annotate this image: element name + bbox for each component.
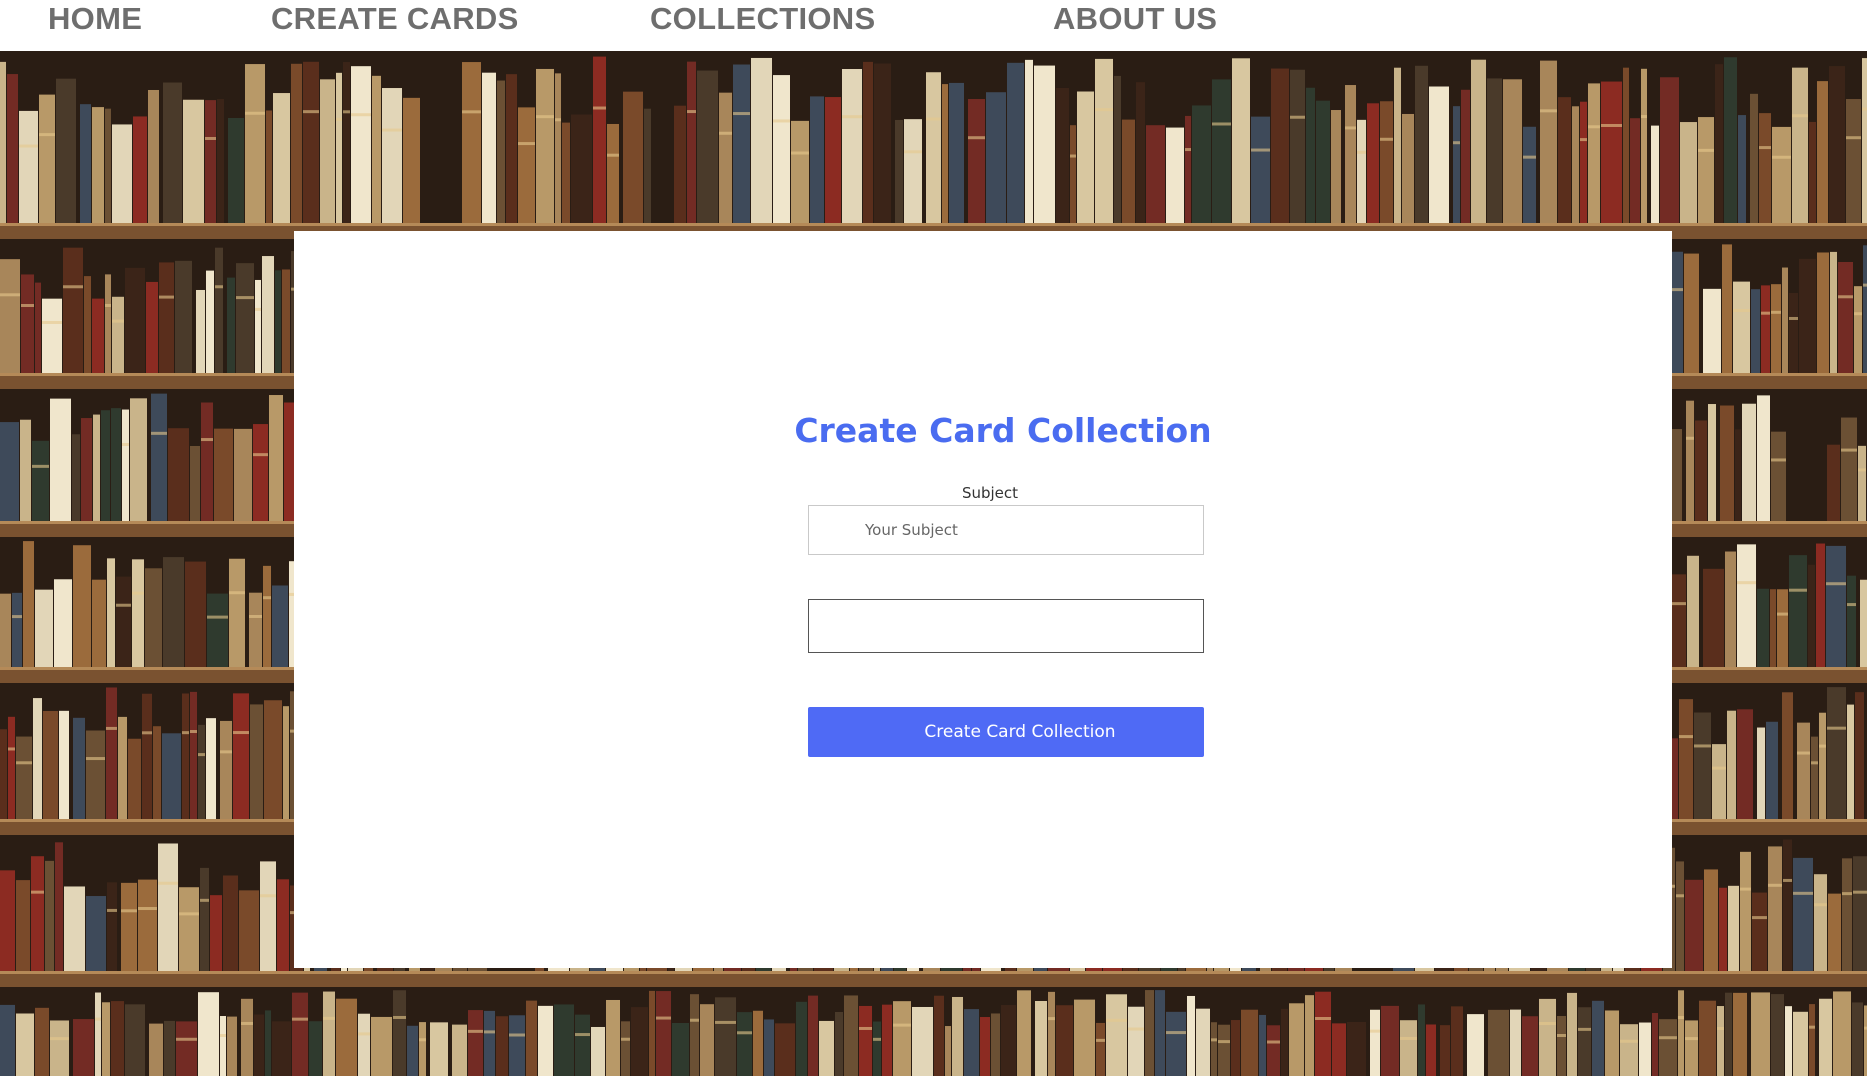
nav-home-link[interactable]: HOME xyxy=(48,1,142,37)
nav-create-cards-link[interactable]: CREATE CARDS xyxy=(271,1,519,37)
create-collection-button[interactable]: Create Card Collection xyxy=(808,707,1204,757)
top-nav: HOME CREATE CARDS COLLECTIONS ABOUT US xyxy=(0,0,1867,51)
page-title: Create Card Collection xyxy=(794,411,1212,450)
subject-label: Subject xyxy=(961,484,1019,502)
nav-collections-link[interactable]: COLLECTIONS xyxy=(650,1,875,37)
nav-about-us-link[interactable]: ABOUT US xyxy=(1053,1,1217,37)
form-card: Create Card Collection Subject Create Ca… xyxy=(294,231,1672,968)
subject-input[interactable] xyxy=(808,505,1204,555)
second-input[interactable] xyxy=(808,599,1204,653)
